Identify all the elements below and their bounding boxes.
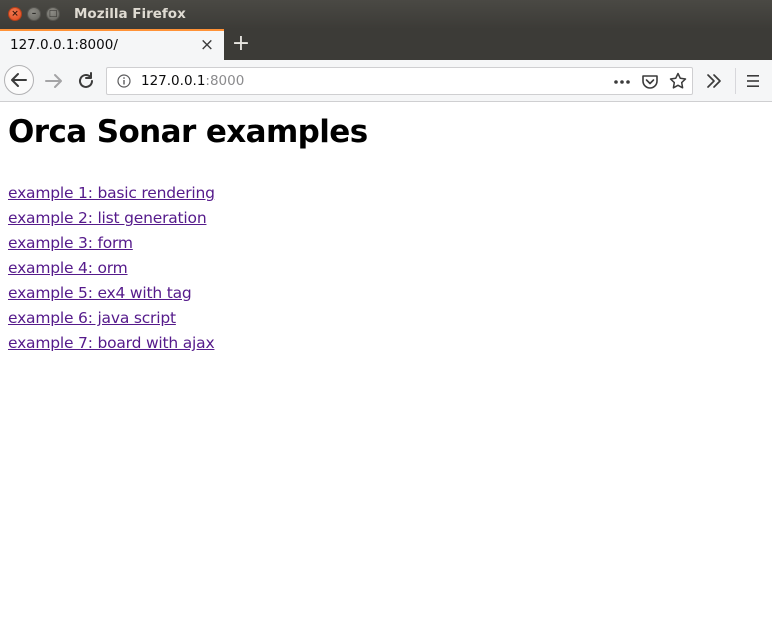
toolbar-separator [735,68,736,94]
example-link-3[interactable]: example 3: form [8,232,215,257]
pocket-icon[interactable] [641,73,659,91]
page-title: Orca Sonar examples [8,114,368,150]
info-icon[interactable] [117,74,131,88]
back-button[interactable] [4,65,34,95]
overflow-chevron-icon[interactable] [705,72,723,90]
forward-arrow-icon[interactable] [43,70,65,92]
example-link-6[interactable]: example 6: java script [8,307,215,332]
window-minimize-button[interactable]: – [27,7,41,21]
example-link-2[interactable]: example 2: list generation [8,207,215,232]
tab-label: 127.0.0.1:8000/ [10,37,118,53]
window-title: Mozilla Firefox [74,6,186,22]
url-bar[interactable]: 127.0.0.1:8000 [106,67,693,95]
example-link-5[interactable]: example 5: ex4 with tag [8,282,215,307]
example-link-list: example 1: basic rendering example 2: li… [8,182,215,357]
example-link-7[interactable]: example 7: board with ajax [8,332,215,357]
tab-strip: 127.0.0.1:8000/ × + [0,29,772,60]
url-port: :8000 [205,73,245,89]
reload-icon[interactable] [75,70,97,92]
tab-close-button[interactable]: × [197,34,217,56]
new-tab-button[interactable]: + [228,31,254,57]
example-link-1[interactable]: example 1: basic rendering [8,182,215,207]
page-actions-icon[interactable] [613,79,631,85]
navigation-toolbar: 127.0.0.1:8000 [0,60,772,102]
window-close-button[interactable]: × [8,7,22,21]
url-host: 127.0.0.1 [141,73,206,89]
window-titlebar: × – □ Mozilla Firefox [0,0,772,29]
back-arrow-icon [11,73,27,87]
bookmark-star-icon[interactable] [669,72,687,90]
url-text[interactable]: 127.0.0.1:8000 [141,73,244,89]
menu-hamburger-icon[interactable] [745,73,761,89]
tab-active[interactable]: 127.0.0.1:8000/ × [0,29,224,60]
example-link-4[interactable]: example 4: orm [8,257,215,282]
window-maximize-button[interactable]: □ [46,7,60,21]
